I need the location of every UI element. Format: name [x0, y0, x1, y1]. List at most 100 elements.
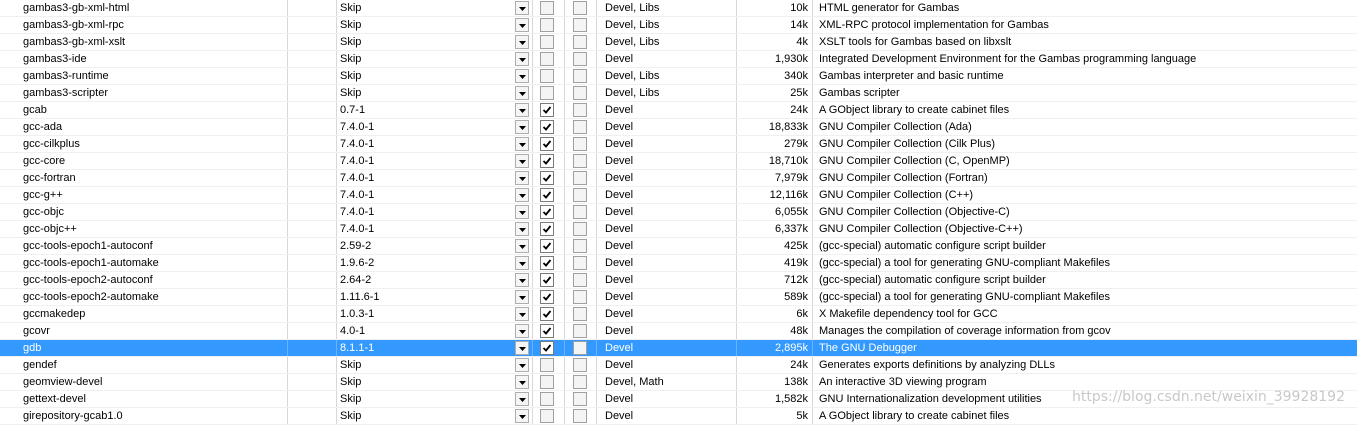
version-select[interactable]: Skip	[340, 85, 510, 101]
package-row[interactable]: gcc-cilkplus 7.4.0-1 Devel 279k GNU Compiler…	[0, 136, 1357, 153]
source-checkbox[interactable]	[573, 52, 587, 66]
package-row[interactable]: gcovr 4.0-1 Devel 48k Manages the compilatio…	[0, 323, 1357, 340]
source-checkbox[interactable]	[573, 137, 587, 151]
version-select[interactable]: 2.64-2	[340, 272, 510, 288]
source-checkbox[interactable]	[573, 103, 587, 117]
source-checkbox[interactable]	[573, 239, 587, 253]
source-checkbox[interactable]	[573, 154, 587, 168]
source-checkbox[interactable]	[573, 341, 587, 355]
source-checkbox[interactable]	[573, 409, 587, 423]
package-row[interactable]: gcc-core 7.4.0-1 Devel 18,710k GNU Compiler …	[0, 153, 1357, 170]
chevron-down-icon[interactable]	[515, 86, 529, 100]
version-select[interactable]: 1.0.3-1	[340, 306, 510, 322]
source-checkbox[interactable]	[573, 256, 587, 270]
binary-checkbox[interactable]	[540, 205, 554, 219]
source-checkbox[interactable]	[573, 35, 587, 49]
version-select[interactable]: Skip	[340, 374, 510, 390]
chevron-down-icon[interactable]	[515, 188, 529, 202]
binary-checkbox[interactable]	[540, 341, 554, 355]
chevron-down-icon[interactable]	[515, 290, 529, 304]
chevron-down-icon[interactable]	[515, 171, 529, 185]
chevron-down-icon[interactable]	[515, 392, 529, 406]
source-checkbox[interactable]	[573, 171, 587, 185]
package-row[interactable]: gcc-tools-epoch1-autoconf 2.59-2 Devel 425k…	[0, 238, 1357, 255]
source-checkbox[interactable]	[573, 273, 587, 287]
package-row[interactable]: gdb 8.1.1-1 Devel 2,895k The GNU Debugger	[0, 340, 1357, 357]
version-select[interactable]: 7.4.0-1	[340, 153, 510, 169]
binary-checkbox[interactable]	[540, 256, 554, 270]
package-row[interactable]: gambas3-gb-xml-rpc Skip Devel, Libs 14k XML-…	[0, 17, 1357, 34]
source-checkbox[interactable]	[573, 1, 587, 15]
binary-checkbox[interactable]	[540, 52, 554, 66]
binary-checkbox[interactable]	[540, 358, 554, 372]
version-select[interactable]: 1.11.6-1	[340, 289, 510, 305]
chevron-down-icon[interactable]	[515, 205, 529, 219]
chevron-down-icon[interactable]	[515, 154, 529, 168]
chevron-down-icon[interactable]	[515, 307, 529, 321]
package-row[interactable]: gambas3-runtime Skip Devel, Libs 340k Gambas…	[0, 68, 1357, 85]
chevron-down-icon[interactable]	[515, 137, 529, 151]
version-select[interactable]: 7.4.0-1	[340, 221, 510, 237]
binary-checkbox[interactable]	[540, 375, 554, 389]
version-select[interactable]: 7.4.0-1	[340, 170, 510, 186]
package-row[interactable]: gcc-g++ 7.4.0-1 Devel 12,116k GNU Compiler C…	[0, 187, 1357, 204]
package-row[interactable]: gccmakedep 1.0.3-1 Devel 6k X Makefile depen…	[0, 306, 1357, 323]
package-row[interactable]: gcc-objc++ 7.4.0-1 Devel 6,337k GNU Compiler…	[0, 221, 1357, 238]
package-row[interactable]: gcc-ada 7.4.0-1 Devel 18,833k GNU Compiler C…	[0, 119, 1357, 136]
chevron-down-icon[interactable]	[515, 341, 529, 355]
chevron-down-icon[interactable]	[515, 1, 529, 15]
chevron-down-icon[interactable]	[515, 358, 529, 372]
binary-checkbox[interactable]	[540, 137, 554, 151]
package-row[interactable]: gambas3-gb-xml-xslt Skip Devel, Libs 4k XSLT…	[0, 34, 1357, 51]
binary-checkbox[interactable]	[540, 171, 554, 185]
version-select[interactable]: Skip	[340, 17, 510, 33]
package-row[interactable]: gendef Skip Devel 24k Generates exports defi…	[0, 357, 1357, 374]
source-checkbox[interactable]	[573, 18, 587, 32]
version-select[interactable]: Skip	[340, 51, 510, 67]
source-checkbox[interactable]	[573, 188, 587, 202]
source-checkbox[interactable]	[573, 358, 587, 372]
version-select[interactable]: Skip	[340, 391, 510, 407]
chevron-down-icon[interactable]	[515, 222, 529, 236]
package-row[interactable]: gcc-tools-epoch1-automake 1.9.6-2 Devel 419…	[0, 255, 1357, 272]
binary-checkbox[interactable]	[540, 307, 554, 321]
binary-checkbox[interactable]	[540, 324, 554, 338]
package-row[interactable]: gambas3-ide Skip Devel 1,930k Integrated Dev…	[0, 51, 1357, 68]
chevron-down-icon[interactable]	[515, 256, 529, 270]
version-select[interactable]: 2.59-2	[340, 238, 510, 254]
chevron-down-icon[interactable]	[515, 35, 529, 49]
chevron-down-icon[interactable]	[515, 120, 529, 134]
chevron-down-icon[interactable]	[515, 18, 529, 32]
chevron-down-icon[interactable]	[515, 324, 529, 338]
source-checkbox[interactable]	[573, 69, 587, 83]
chevron-down-icon[interactable]	[515, 409, 529, 423]
binary-checkbox[interactable]	[540, 154, 554, 168]
binary-checkbox[interactable]	[540, 35, 554, 49]
version-select[interactable]: 4.0-1	[340, 323, 510, 339]
binary-checkbox[interactable]	[540, 222, 554, 236]
version-select[interactable]: 7.4.0-1	[340, 136, 510, 152]
source-checkbox[interactable]	[573, 375, 587, 389]
binary-checkbox[interactable]	[540, 188, 554, 202]
source-checkbox[interactable]	[573, 120, 587, 134]
chevron-down-icon[interactable]	[515, 69, 529, 83]
version-select[interactable]: Skip	[340, 0, 510, 16]
binary-checkbox[interactable]	[540, 1, 554, 15]
source-checkbox[interactable]	[573, 290, 587, 304]
binary-checkbox[interactable]	[540, 392, 554, 406]
package-row[interactable]: gcc-tools-epoch2-autoconf 2.64-2 Devel 712k…	[0, 272, 1357, 289]
chevron-down-icon[interactable]	[515, 103, 529, 117]
chevron-down-icon[interactable]	[515, 375, 529, 389]
version-select[interactable]: 8.1.1-1	[340, 340, 510, 356]
binary-checkbox[interactable]	[540, 69, 554, 83]
version-select[interactable]: 7.4.0-1	[340, 204, 510, 220]
version-select[interactable]: 7.4.0-1	[340, 187, 510, 203]
source-checkbox[interactable]	[573, 86, 587, 100]
binary-checkbox[interactable]	[540, 120, 554, 134]
package-row[interactable]: gcc-tools-epoch2-automake 1.11.6-1 Devel 58…	[0, 289, 1357, 306]
package-row[interactable]: gcc-objc 7.4.0-1 Devel 6,055k GNU Compiler C…	[0, 204, 1357, 221]
binary-checkbox[interactable]	[540, 86, 554, 100]
version-select[interactable]: Skip	[340, 68, 510, 84]
package-row[interactable]: gcc-fortran 7.4.0-1 Devel 7,979k GNU Compile…	[0, 170, 1357, 187]
version-select[interactable]: Skip	[340, 34, 510, 50]
